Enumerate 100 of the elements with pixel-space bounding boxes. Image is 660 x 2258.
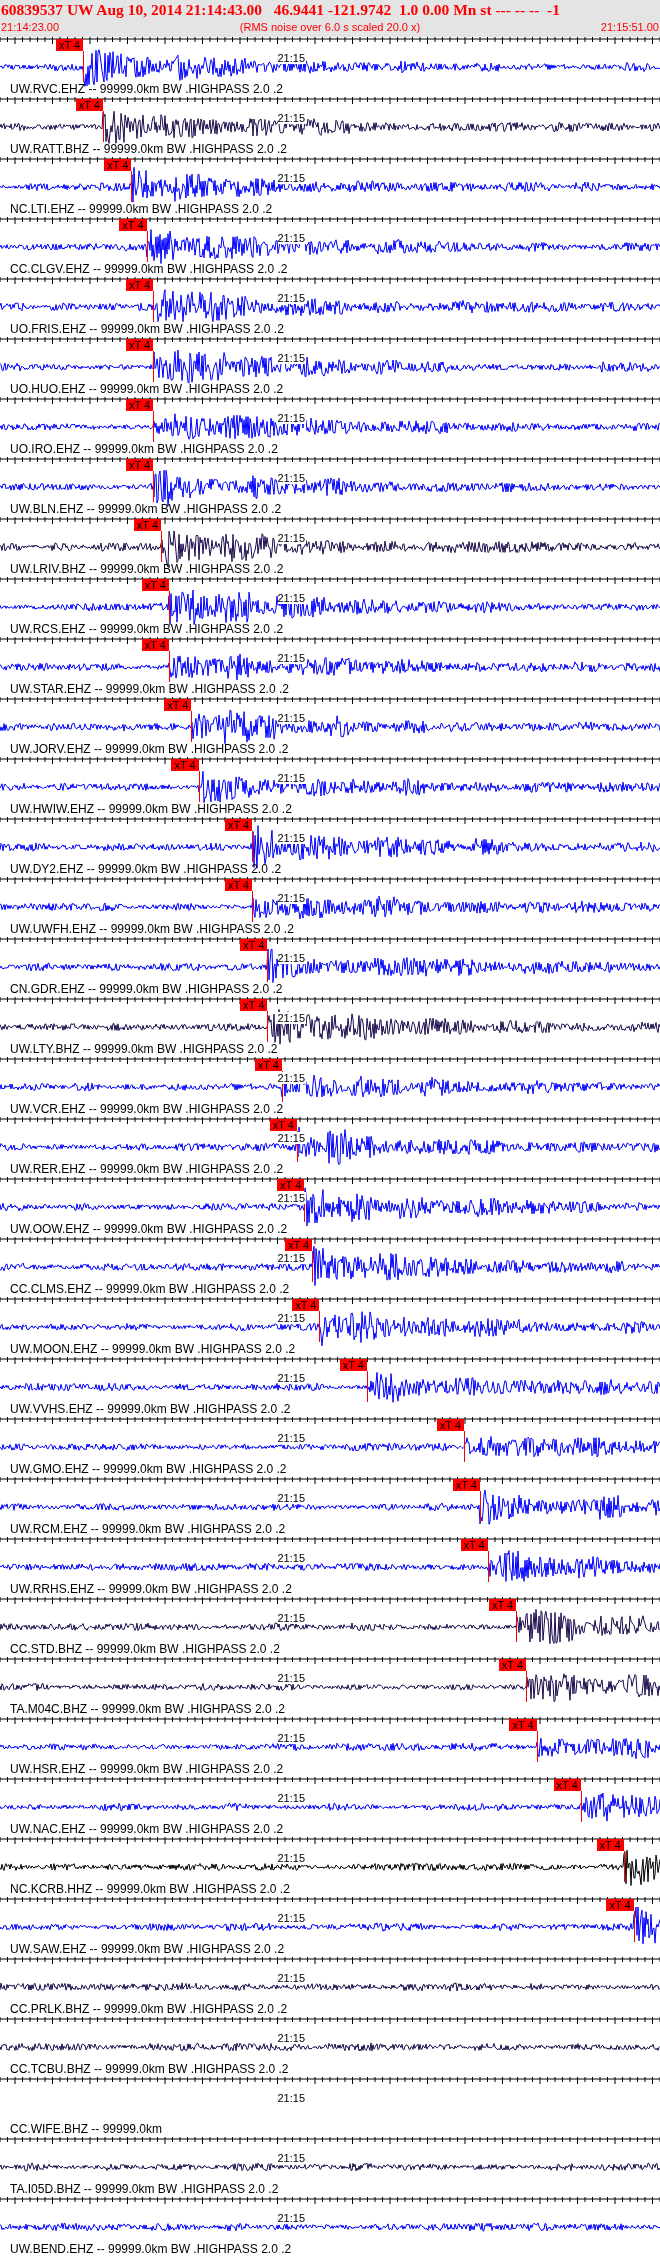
pick-flag: xT 4	[596, 1839, 624, 1851]
pick-flag: xT 4	[141, 579, 169, 591]
station-label: UW.HWIW.EHZ -- 99999.0km BW .HIGHPASS 2.0 .2	[10, 803, 292, 816]
pick-line	[252, 891, 254, 922]
pick-line	[463, 1431, 465, 1462]
pick-flag: xT 4	[269, 1119, 297, 1131]
pick-line	[297, 1131, 298, 1162]
pick-line	[580, 1791, 582, 1822]
time-label: 21:15	[277, 2212, 307, 2224]
pick-line	[153, 471, 155, 502]
station-label: UO.HUO.EHZ -- 99999.0km BW .HIGHPASS 2.0 .2	[10, 383, 284, 396]
pick-flag: xT 4	[125, 459, 154, 471]
pick-line	[153, 351, 155, 382]
time-label: 21:15	[277, 1012, 307, 1024]
pick-flag: xT 4	[285, 1239, 313, 1251]
time-label: 21:15	[277, 232, 307, 244]
pick-flag: xT 4	[55, 39, 84, 51]
pick-flag: xT 4	[125, 339, 154, 351]
station-label: CC.STD.BHZ -- 99999.0km BW .HIGHPASS 2.0 .2	[10, 1643, 280, 1656]
pick-flag: xT 4	[125, 279, 154, 291]
time-label: 21:15	[277, 1132, 307, 1144]
pick-flag: xT 4	[240, 939, 268, 951]
time-label: 21:15	[277, 2032, 307, 2044]
pick-line	[267, 1011, 269, 1042]
pick-line	[479, 1491, 481, 1522]
pick-line	[131, 171, 133, 202]
end-time: 21:15:51.00	[600, 20, 659, 35]
pick-flag: xT 4	[498, 1659, 527, 1671]
station-label: UW.SAW.EHZ -- 99999.0km BW .HIGHPASS 2.0 .2	[10, 1943, 285, 1956]
start-time: 21:14:23.00	[1, 20, 60, 35]
pick-line	[198, 771, 200, 802]
time-label: 21:15	[277, 1492, 307, 1504]
pick-line	[623, 1851, 625, 1882]
station-label: UW.JORV.EHZ -- 99999.0km BW .HIGHPASS 2.0 .2	[10, 743, 289, 756]
time-label: 21:15	[277, 1912, 307, 1924]
pick-flag: xT 4	[606, 1899, 634, 1911]
station-label: UW.NAC.EHZ -- 99999.0km BW .HIGHPASS 2.0 .2	[10, 1823, 284, 1836]
time-label: 21:15	[277, 1312, 307, 1324]
station-label: UW.UWFH.EHZ -- 99999.0km BW .HIGHPASS 2.0 .2	[10, 923, 294, 936]
station-label: CN.GDR.EHZ -- 99999.0km BW .HIGHPASS 2.0 .2	[10, 983, 283, 996]
pick-flag: xT 4	[240, 999, 268, 1011]
time-label: 21:15	[277, 1672, 307, 1684]
pick-flag: xT 4	[292, 1299, 320, 1311]
pick-flag: xT 4	[125, 399, 154, 411]
station-label: UW.OOW.EHZ -- 99999.0km BW .HIGHPASS 2.0 .2	[10, 1223, 288, 1236]
pick-line	[319, 1311, 321, 1342]
pick-line	[153, 291, 155, 322]
pick-line	[267, 951, 269, 982]
time-label: 21:15	[277, 1072, 307, 1084]
station-label: UW.BEND.EHZ -- 99999.0km BW .HIGHPASS 2.0 .2	[10, 2243, 292, 2256]
pick-flag: xT 4	[339, 1359, 367, 1371]
pick-line	[304, 1191, 306, 1222]
station-label: CC.CLMS.EHZ -- 99999.0km BW .HIGHPASS 2.0 .2	[10, 1283, 290, 1296]
pick-flag: xT 4	[488, 1599, 517, 1611]
time-label: 21:15	[277, 172, 307, 184]
station-label: TA.I05D.BHZ -- 99999.0km BW .HIGHPASS 2.0 .2	[10, 2183, 279, 2196]
time-label: 21:15	[277, 1372, 307, 1384]
pick-flag: xT 4	[553, 1779, 581, 1791]
pick-flag: xT 4	[141, 639, 169, 651]
pick-flag: xT 4	[254, 1059, 282, 1071]
station-label: UW.RER.EHZ -- 99999.0km BW .HIGHPASS 2.0 .2	[10, 1163, 284, 1176]
pick-line	[153, 411, 155, 442]
time-label: 21:15	[277, 1852, 307, 1864]
time-label: 21:15	[277, 532, 307, 544]
station-label: NC.LTI.EHZ -- 99999.0km BW .HIGHPASS 2.0 .2	[10, 203, 273, 216]
pick-line	[252, 831, 254, 862]
pick-flag: xT 4	[277, 1179, 305, 1191]
pick-flag: xT 4	[509, 1719, 537, 1731]
station-label: UW.RRHS.EHZ -- 99999.0km BW .HIGHPASS 2.0 .2	[10, 1583, 292, 1596]
station-label: CC.TCBU.BHZ -- 99999.0km BW .HIGHPASS 2.0 .2	[10, 2063, 289, 2076]
pick-flag: xT 4	[104, 159, 132, 171]
pick-line	[161, 531, 163, 562]
station-label: UW.BLN.EHZ -- 99999.0km BW .HIGHPASS 2.0 .2	[10, 503, 282, 516]
pick-line	[516, 1611, 518, 1642]
time-label: 21:15	[277, 772, 307, 784]
station-label: UW.GMO.EHZ -- 99999.0km BW .HIGHPASS 2.0 .2	[10, 1463, 287, 1476]
pick-line	[312, 1251, 314, 1282]
station-label: UW.RCS.EHZ -- 99999.0km BW .HIGHPASS 2.0 .2	[10, 623, 284, 636]
time-label: 21:15	[277, 352, 307, 364]
station-label: CC.WIFE.BHZ -- 99999.0km	[10, 2123, 163, 2136]
time-label: 21:15	[277, 1732, 307, 1744]
time-label: 21:15	[277, 2092, 307, 2104]
scale-note: (RMS noise over 6.0 s scaled 20.0 x)	[239, 20, 421, 35]
pick-line	[526, 1671, 527, 1702]
pick-line	[281, 1071, 283, 1102]
pick-line	[487, 1551, 489, 1582]
time-label: 21:15	[277, 592, 307, 604]
station-label: UO.FRIS.EHZ -- 99999.0km BW .HIGHPASS 2.0 .2	[10, 323, 284, 336]
station-label: UW.RVC.EHZ -- 99999.0km BW .HIGHPASS 2.0 .2	[10, 83, 283, 96]
pick-line	[633, 1911, 635, 1942]
time-label: 21:15	[277, 292, 307, 304]
station-label: UW.MOON.EHZ -- 99999.0km BW .HIGHPASS 2.0 .2	[10, 1343, 296, 1356]
time-label: 21:15	[277, 1432, 307, 1444]
time-label: 21:15	[277, 472, 307, 484]
station-label: CC.CLGV.EHZ -- 99999.0km BW .HIGHPASS 2.0 .2	[10, 263, 288, 276]
station-label: CC.PRLK.BHZ -- 99999.0km BW .HIGHPASS 2.0 .2	[10, 2003, 288, 2016]
time-label: 21:15	[277, 1192, 307, 1204]
time-label: 21:15	[277, 412, 307, 424]
pick-flag: xT 4	[452, 1479, 480, 1491]
time-label: 21:15	[277, 952, 307, 964]
